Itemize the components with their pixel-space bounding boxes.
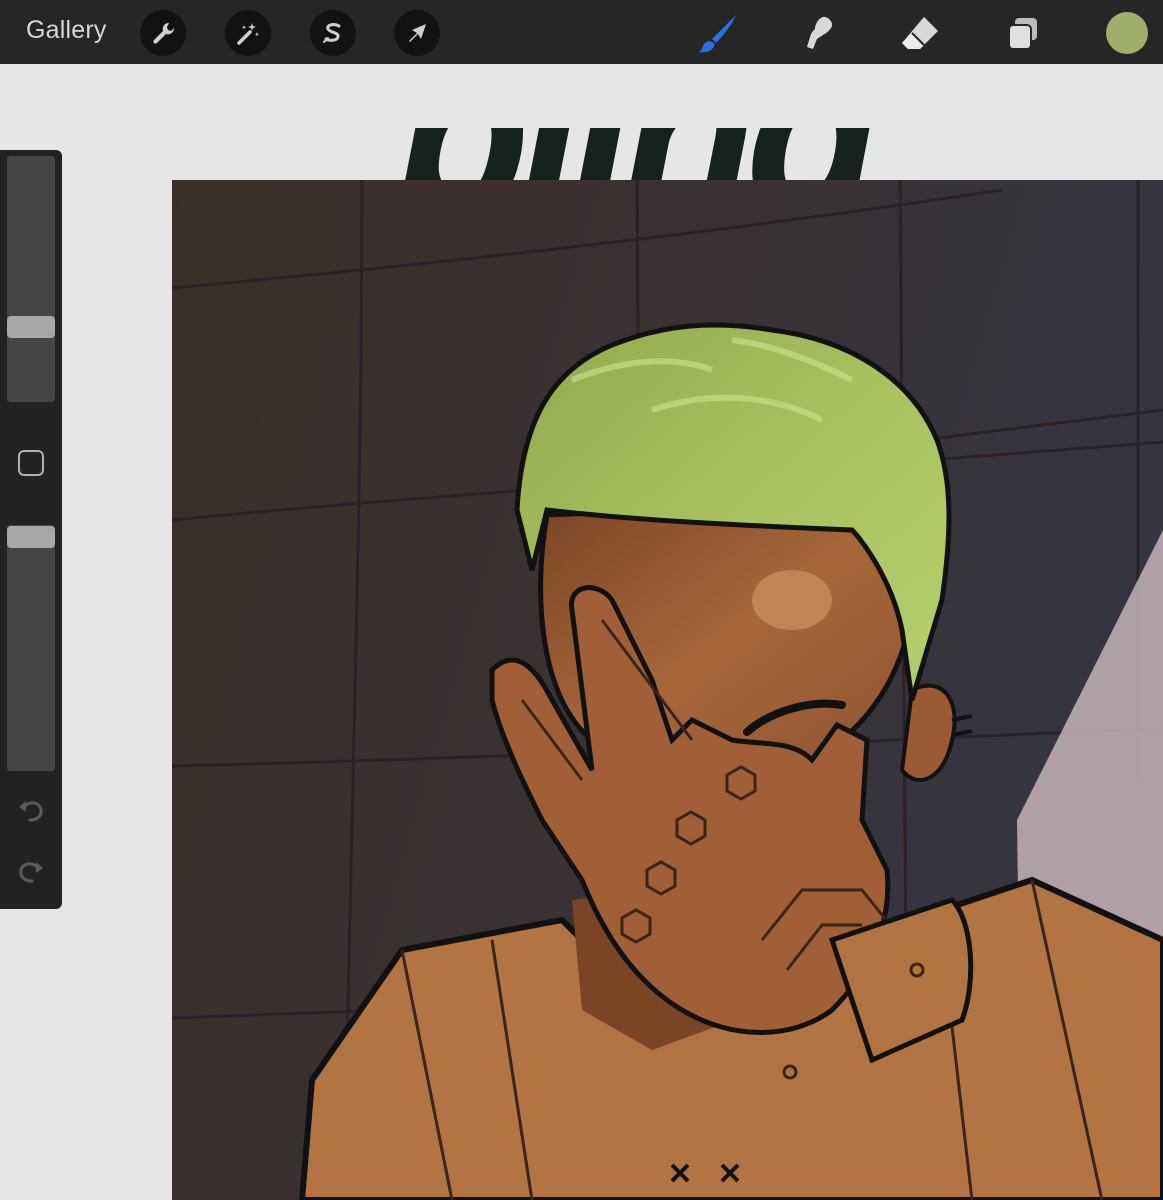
brush-size-slider[interactable] bbox=[7, 156, 55, 402]
smudge-button[interactable] bbox=[796, 10, 842, 56]
wrench-icon bbox=[153, 22, 175, 44]
selection-button[interactable] bbox=[310, 10, 356, 56]
opacity-thumb[interactable] bbox=[7, 526, 55, 548]
color-picker-swatch[interactable] bbox=[1106, 12, 1148, 54]
magic-wand-icon bbox=[237, 23, 260, 45]
adjustments-button[interactable] bbox=[225, 10, 271, 56]
eraser-icon bbox=[902, 17, 938, 49]
transform-button[interactable] bbox=[394, 10, 440, 56]
selection-s-icon bbox=[323, 23, 341, 43]
gallery-button[interactable]: Gallery bbox=[26, 16, 107, 45]
brush-button[interactable] bbox=[695, 10, 741, 56]
artwork-drawing bbox=[172, 180, 1163, 1200]
brush-sidebar bbox=[0, 150, 62, 909]
undo-icon[interactable] bbox=[16, 795, 46, 825]
opacity-slider[interactable] bbox=[7, 525, 55, 771]
layers-icon bbox=[1008, 18, 1037, 50]
brush-size-thumb[interactable] bbox=[7, 316, 55, 338]
redo-icon[interactable] bbox=[16, 856, 46, 886]
smudge-icon bbox=[807, 16, 833, 49]
artwork-illustration[interactable] bbox=[172, 180, 1163, 1200]
arrow-cursor-icon bbox=[409, 24, 426, 42]
top-toolbar: Gallery bbox=[0, 0, 1163, 64]
modify-button[interactable] bbox=[18, 450, 44, 476]
eraser-button[interactable] bbox=[897, 10, 943, 56]
actions-button[interactable] bbox=[140, 10, 186, 56]
brush-icon bbox=[698, 15, 736, 53]
layers-button[interactable] bbox=[1000, 10, 1046, 56]
